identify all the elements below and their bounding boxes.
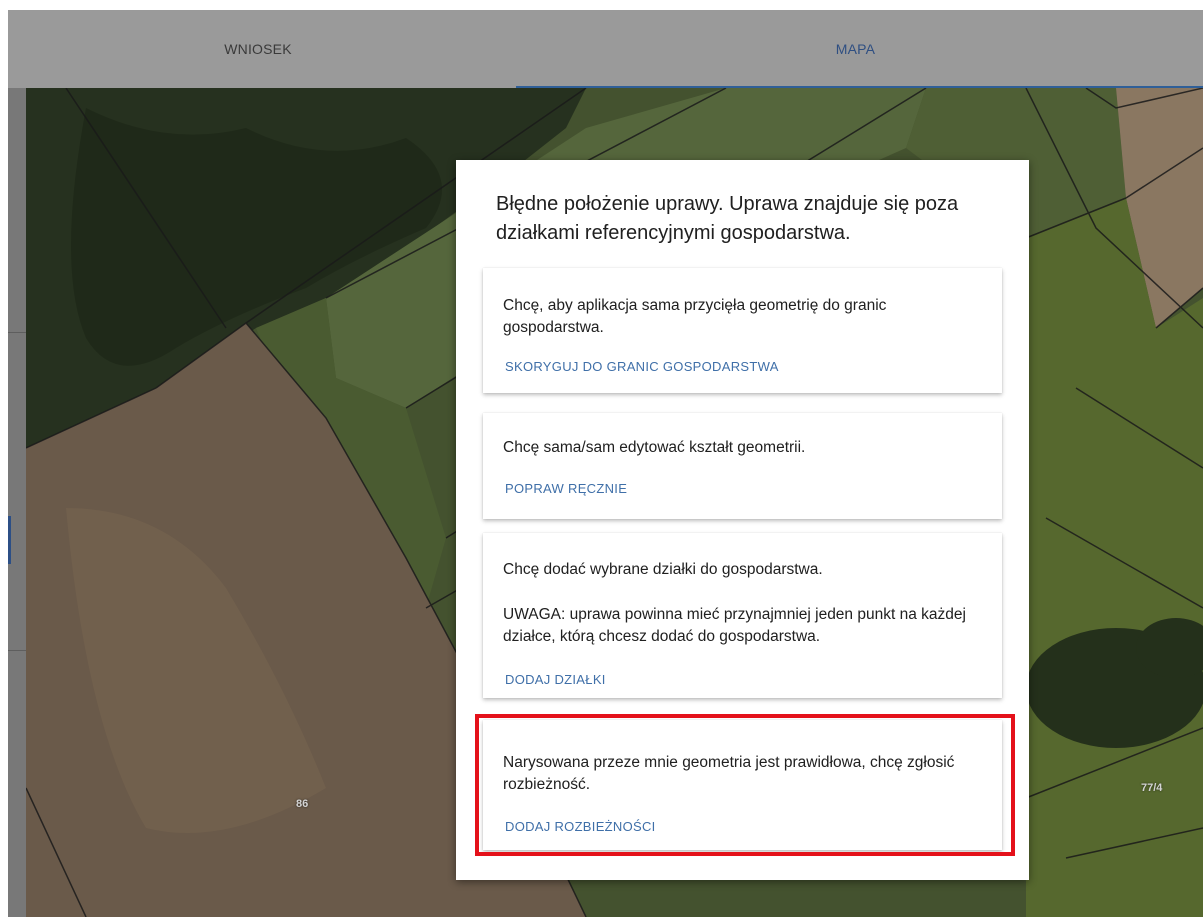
panel-divider: [8, 650, 26, 651]
option-card-auto-clip: Chcę, aby aplikacja sama przycięła geome…: [483, 268, 1002, 393]
option-warning-note: UWAGA: uprawa powinna mieć przynajmniej …: [503, 606, 966, 645]
parcel-label: 86: [296, 798, 309, 810]
tab-wniosek[interactable]: WNIOSEK: [8, 10, 508, 88]
option-text: Narysowana przeze mnie geometria jest pr…: [503, 754, 955, 793]
tab-mapa[interactable]: MAPA: [508, 10, 1203, 88]
report-discrepancy-button[interactable]: DODAJ ROZBIEŻNOŚCI: [505, 819, 656, 834]
manual-edit-button[interactable]: POPRAW RĘCZNIE: [505, 481, 627, 496]
option-text: Chcę dodać wybrane działki do gospodarst…: [503, 561, 823, 578]
dialog-crop-location-error: Błędne położenie uprawy. Uprawa znajduje…: [456, 160, 1029, 880]
option-card-manual-edit: Chcę sama/sam edytować kształt geometrii…: [483, 413, 1002, 519]
option-card-add-parcels: Chcę dodać wybrane działki do gospodarst…: [483, 533, 1002, 698]
panel-marker: [8, 516, 11, 564]
panel-divider: [8, 332, 26, 333]
option-text: Chcę, aby aplikacja sama przycięła geome…: [503, 297, 887, 336]
parcel-label: 77/4: [1141, 782, 1163, 794]
side-panel-edge: [8, 88, 26, 917]
add-parcels-button[interactable]: DODAJ DZIAŁKI: [505, 672, 606, 687]
option-card-report-discrepancy: Narysowana przeze mnie geometria jest pr…: [483, 720, 1002, 850]
option-text: Chcę sama/sam edytować kształt geometrii…: [503, 439, 806, 456]
dialog-title: Błędne położenie uprawy. Uprawa znajduje…: [496, 193, 959, 244]
tab-bar: WNIOSEK MAPA: [8, 10, 1203, 88]
auto-clip-button[interactable]: SKORYGUJ DO GRANIC GOSPODARSTWA: [505, 359, 779, 374]
